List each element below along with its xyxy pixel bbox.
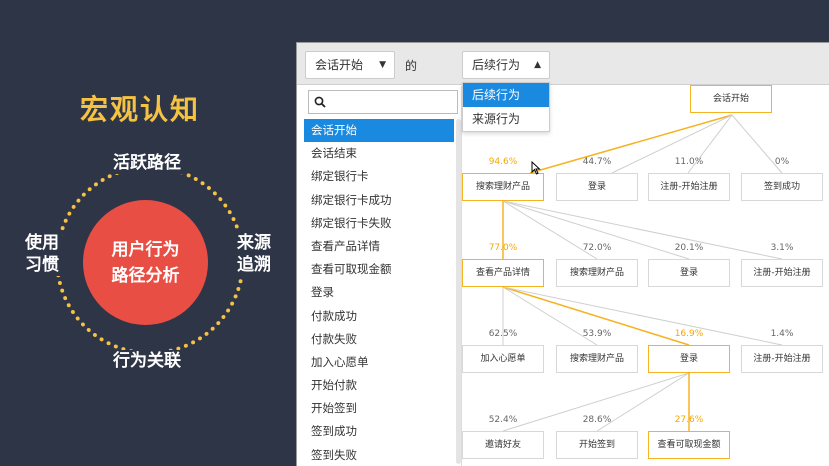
l3-pct-3: 1.4% [770, 329, 794, 339]
l3-pct-2: 16.9% [674, 329, 704, 339]
list-item[interactable]: 绑定银行卡成功 [304, 189, 454, 212]
toolbar: 会话开始 ▼ 的 后续行为 ▲ [297, 43, 829, 85]
caret-up-icon: ▲ [534, 60, 541, 70]
direction-select[interactable]: 后续行为 ▲ [462, 51, 550, 79]
l2-pct-3: 3.1% [770, 243, 794, 253]
ring-label-right: 来源 追溯 [234, 232, 274, 276]
l2-node-2[interactable]: 登录 [648, 259, 730, 287]
list-item[interactable]: 付款成功 [304, 305, 454, 328]
list-item[interactable]: 登录 [304, 281, 454, 304]
list-item[interactable]: 会话开始 [304, 119, 454, 143]
list-item[interactable]: 查看产品详情 [304, 235, 454, 258]
of-label: 的 [405, 59, 418, 73]
list-item[interactable]: 签到失败 [304, 444, 454, 466]
l4-node-1[interactable]: 开始签到 [556, 431, 638, 459]
event-search-input[interactable] [308, 90, 458, 114]
l1-node-0[interactable]: 搜索理财产品 [462, 173, 544, 201]
l4-node-2[interactable]: 查看可取现金额 [648, 431, 730, 459]
l2-pct-0: 77.0% [488, 243, 518, 253]
list-item[interactable]: 绑定银行卡 [304, 165, 454, 188]
l1-node-1[interactable]: 登录 [556, 173, 638, 201]
tree-root-node[interactable]: 会话开始 [690, 85, 772, 113]
l4-pct-2: 27.6% [674, 415, 704, 425]
list-item[interactable]: 签到成功 [304, 420, 454, 443]
l3-node-1[interactable]: 搜索理财产品 [556, 345, 638, 373]
list-item[interactable]: 开始签到 [304, 397, 454, 420]
path-analysis-app: 会话开始 94.6% 搜索理财产品 44.7% 登录 11.0% 注册-开始注册… [296, 42, 829, 466]
l1-pct-1: 44.7% [582, 157, 612, 167]
l3-node-3[interactable]: 注册-开始注册 [741, 345, 823, 373]
mouse-cursor-icon [531, 161, 541, 175]
l2-node-3[interactable]: 注册-开始注册 [741, 259, 823, 287]
center-circle: 用户行为 路径分析 [83, 200, 208, 325]
center-line-1: 用户行为 [111, 240, 180, 260]
list-scrollbar[interactable] [456, 119, 461, 464]
l2-pct-1: 72.0% [582, 243, 612, 253]
direction-select-value: 后续行为 [472, 58, 521, 72]
ring-label-top: 活跃路径 [110, 152, 184, 174]
l2-pct-2: 20.1% [674, 243, 704, 253]
ring-label-bottom: 行为关联 [110, 350, 184, 372]
event-list-panel: 会话开始 会话结束 绑定银行卡 绑定银行卡成功 绑定银行卡失败 查看产品详情 查… [304, 86, 462, 466]
event-select[interactable]: 会话开始 ▼ [305, 51, 395, 79]
l4-node-0[interactable]: 邀请好友 [462, 431, 544, 459]
l1-pct-2: 11.0% [674, 157, 704, 167]
event-select-value: 会话开始 [315, 58, 364, 72]
l3-node-0[interactable]: 加入心愿单 [462, 345, 544, 373]
caret-down-icon: ▼ [379, 60, 386, 70]
l1-node-2[interactable]: 注册-开始注册 [648, 173, 730, 201]
l3-node-2[interactable]: 登录 [648, 345, 730, 373]
ring-label-left: 使用 习惯 [22, 232, 62, 276]
l2-node-1[interactable]: 搜索理财产品 [556, 259, 638, 287]
l1-node-3[interactable]: 签到成功 [741, 173, 823, 201]
l2-node-0[interactable]: 查看产品详情 [462, 259, 544, 287]
event-list: 会话开始 会话结束 绑定银行卡 绑定银行卡成功 绑定银行卡失败 查看产品详情 查… [304, 119, 454, 466]
l3-pct-1: 53.9% [582, 329, 612, 339]
list-item[interactable]: 付款失败 [304, 328, 454, 351]
list-item[interactable]: 加入心愿单 [304, 351, 454, 374]
slide-title: 宏观认知 [80, 93, 201, 126]
list-item[interactable]: 绑定银行卡失败 [304, 212, 454, 235]
center-line-2: 路径分析 [111, 266, 180, 286]
direction-option-following[interactable]: 后续行为 [463, 83, 549, 107]
l3-pct-0: 62.5% [488, 329, 518, 339]
l1-pct-3: 0% [774, 157, 790, 167]
l4-pct-1: 28.6% [582, 415, 612, 425]
list-item[interactable]: 查看可取现金额 [304, 258, 454, 281]
list-item[interactable]: 会话结束 [304, 142, 454, 165]
direction-dropdown-menu: 后续行为 来源行为 [462, 82, 550, 132]
direction-option-source[interactable]: 来源行为 [463, 107, 549, 131]
list-item[interactable]: 开始付款 [304, 374, 454, 397]
search-icon [314, 96, 326, 108]
l4-pct-0: 52.4% [488, 415, 518, 425]
